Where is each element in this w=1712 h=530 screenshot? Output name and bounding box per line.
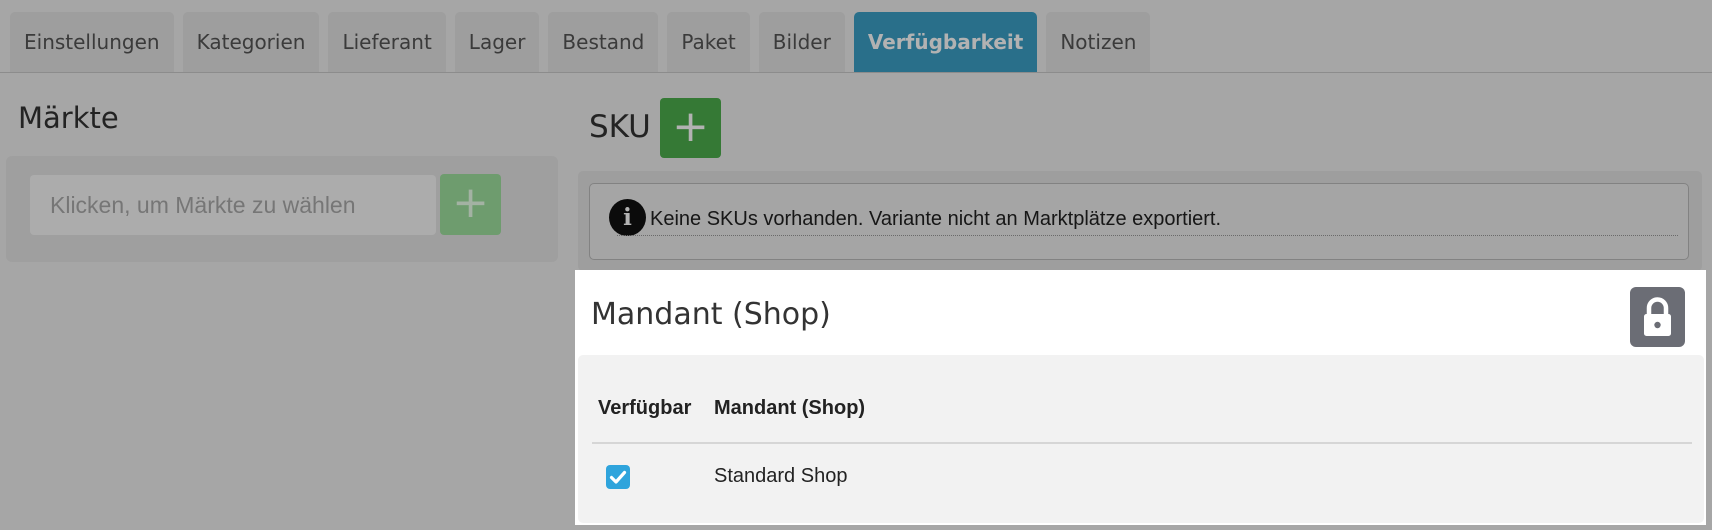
alert-divider [617, 235, 1678, 236]
maerkte-select-input[interactable] [30, 175, 436, 235]
lock-button[interactable] [1630, 287, 1685, 347]
column-header-verfuegbar: Verfügbar [592, 355, 708, 444]
sku-panel: i Keine SKUs vorhanden. Variante nicht a… [578, 171, 1702, 271]
add-sku-button[interactable]: + [660, 98, 721, 158]
mandant-name-cell: Standard Shop [714, 465, 848, 487]
lock-icon [1644, 297, 1671, 336]
mandant-panel: Mandant (Shop) Verfügbar Mandant (Shop) [575, 270, 1706, 525]
info-icon: i [609, 199, 646, 236]
tab-bar: Einstellungen Kategorien Lieferant Lager… [0, 0, 1712, 73]
checkmark-icon [609, 470, 627, 484]
tab-bestand[interactable]: Bestand [548, 12, 659, 72]
table-row: Standard Shop [592, 443, 1692, 509]
tab-lager[interactable]: Lager [454, 12, 540, 72]
sku-title: SKU [589, 109, 651, 145]
tab-einstellungen[interactable]: Einstellungen [10, 12, 174, 72]
tab-bilder[interactable]: Bilder [758, 12, 845, 72]
tab-verfuegbarkeit[interactable]: Verfügbarkeit [853, 12, 1038, 72]
maerkte-panel: + [6, 156, 558, 262]
tab-list: Einstellungen Kategorien Lieferant Lager… [10, 12, 1159, 72]
add-markt-button[interactable]: + [440, 174, 501, 235]
column-header-mandant: Mandant (Shop) [708, 355, 1692, 444]
availability-cell [592, 443, 708, 509]
tab-lieferant[interactable]: Lieferant [328, 12, 446, 72]
availability-checkbox[interactable] [606, 464, 630, 489]
tab-paket[interactable]: Paket [667, 12, 750, 72]
sku-info-message: Keine SKUs vorhanden. Variante nicht an … [650, 208, 1222, 230]
tab-notizen[interactable]: Notizen [1046, 12, 1151, 72]
maerkte-title: Märkte [18, 101, 119, 135]
mandant-title: Mandant (Shop) [591, 297, 831, 332]
sku-info-alert: i Keine SKUs vorhanden. Variante nicht a… [589, 183, 1689, 260]
tab-kategorien[interactable]: Kategorien [182, 12, 320, 72]
mandant-table-container: Verfügbar Mandant (Shop) Standard Shop [578, 355, 1704, 523]
mandant-table: Verfügbar Mandant (Shop) Standard Shop [592, 355, 1692, 509]
table-header-row: Verfügbar Mandant (Shop) [592, 355, 1692, 444]
